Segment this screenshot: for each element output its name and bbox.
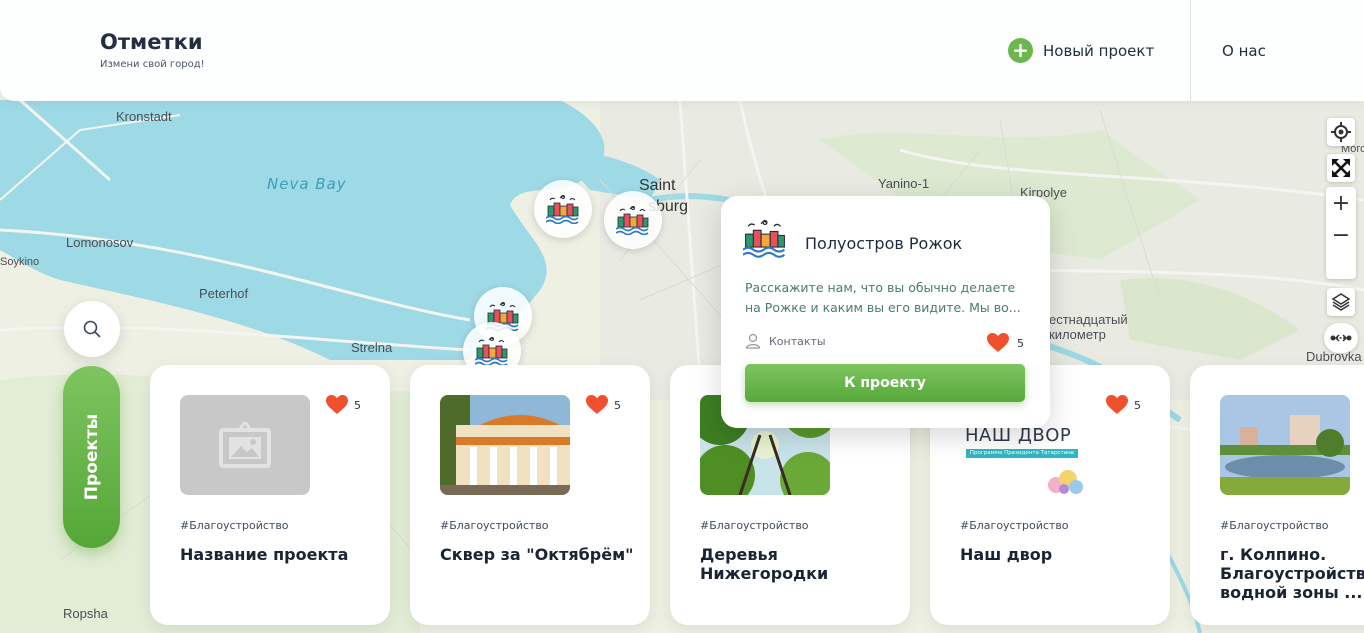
map-label-km-1: естнадцатый <box>1049 312 1128 327</box>
project-card[interactable]: #Благоустройство г. Колпино. Благоустрой… <box>1190 365 1364 625</box>
logo-text: НАШ ДВОР <box>965 425 1072 446</box>
target-icon <box>1331 122 1351 142</box>
ruler-button[interactable] <box>1324 323 1358 353</box>
user-icon <box>745 333 761 349</box>
lake-photo <box>1220 395 1350 495</box>
map-marker[interactable] <box>604 191 662 249</box>
building-photo <box>440 395 570 495</box>
heart-icon <box>987 333 1009 352</box>
projects-tab[interactable]: Проекты <box>63 366 120 548</box>
map-label-kronstadt: Kronstadt <box>116 109 172 124</box>
plus-icon: + <box>1008 38 1033 63</box>
project-tag[interactable]: #Благоустройство <box>960 519 1069 532</box>
heart-icon <box>326 395 348 414</box>
fullscreen-icon <box>1332 159 1350 177</box>
city-icon <box>743 219 786 258</box>
likes[interactable]: 5 <box>326 395 361 415</box>
about-link[interactable]: О нас <box>1222 42 1266 60</box>
contacts-label: Контакты <box>769 334 826 348</box>
layers-icon <box>1331 293 1351 311</box>
projects-tab-label: Проекты <box>81 413 102 501</box>
project-tag[interactable]: #Благоустройство <box>700 519 809 532</box>
map-label-ropsha: Ropsha <box>63 606 108 621</box>
new-project-button[interactable]: + Новый проект <box>1008 38 1154 63</box>
fullscreen-button[interactable] <box>1327 154 1355 182</box>
project-name: г. Колпино. Благоустройство водной зоны … <box>1220 545 1364 602</box>
zoom-out-button[interactable]: − <box>1326 219 1356 251</box>
project-tag[interactable]: #Благоустройство <box>180 519 289 532</box>
image-placeholder-icon <box>219 422 271 468</box>
header: Отметки Измени свой город! + Новый проек… <box>0 0 1364 101</box>
map-label-saint: Saint <box>639 177 676 194</box>
likes[interactable]: 5 <box>1106 395 1141 415</box>
project-tag[interactable]: #Благоустройство <box>1220 519 1329 532</box>
header-divider <box>1190 0 1191 101</box>
likes-count: 5 <box>1134 398 1141 412</box>
map-label-soykino: Soykino <box>0 256 40 268</box>
city-icon <box>475 336 508 366</box>
search-button[interactable] <box>64 301 120 357</box>
project-name: Название проекта <box>180 545 349 564</box>
likes[interactable]: 5 <box>586 395 621 415</box>
new-project-label: Новый проект <box>1043 41 1155 60</box>
app-title[interactable]: Отметки <box>100 30 203 54</box>
likes-count: 5 <box>614 398 621 412</box>
map-label-yanino: Yanino-1 <box>878 176 930 191</box>
map-label-neva-bay: Neva Bay <box>267 175 347 193</box>
map-label-peterhof: Peterhof <box>199 286 249 301</box>
popup-likes[interactable]: 5 <box>987 333 1024 353</box>
popup-description: Расскажите нам, что вы обычно делаете на… <box>745 280 1021 315</box>
popup-title: Полуостров Рожок <box>805 234 963 253</box>
project-name: Наш двор <box>960 545 1053 564</box>
project-photo <box>440 395 570 495</box>
project-card[interactable]: 5 #Благоустройство Сквер за "Октябрём" <box>410 365 650 625</box>
search-icon <box>83 320 101 338</box>
project-name: Деревья Нижегородки <box>700 545 829 583</box>
project-popup: Полуостров Рожок Расскажите нам, что вы … <box>721 196 1050 428</box>
ruler-icon <box>1330 334 1352 342</box>
heart-icon <box>586 395 608 414</box>
zoom-control: + − <box>1326 187 1356 279</box>
project-photo <box>1220 395 1350 495</box>
app-subtitle: Измени свой город! <box>100 59 205 70</box>
image-placeholder <box>180 395 310 495</box>
contacts-link[interactable]: Контакты <box>745 333 826 349</box>
logo-subtitle: Программа Президента Татарстана <box>966 449 1078 458</box>
zoom-in-button[interactable]: + <box>1326 187 1356 219</box>
map-label-strelna: Strelna <box>351 340 393 355</box>
likes-count: 5 <box>1017 336 1024 350</box>
logo-figures <box>1048 470 1083 494</box>
city-icon <box>546 194 579 224</box>
project-name: Сквер за "Октябрём" <box>440 545 634 564</box>
map-label-lomonosov: Lomonosov <box>66 235 134 250</box>
heart-icon <box>1106 395 1128 414</box>
locate-button[interactable] <box>1327 118 1355 146</box>
map-label-km-2: километр <box>1049 327 1106 342</box>
likes-count: 5 <box>354 398 361 412</box>
go-to-project-button[interactable]: К проекту <box>745 364 1025 402</box>
project-card[interactable]: 5 #Благоустройство Название проекта <box>150 365 390 625</box>
layers-button[interactable] <box>1327 288 1355 316</box>
city-icon <box>616 205 649 235</box>
project-tag[interactable]: #Благоустройство <box>440 519 549 532</box>
map-marker[interactable] <box>534 180 592 238</box>
